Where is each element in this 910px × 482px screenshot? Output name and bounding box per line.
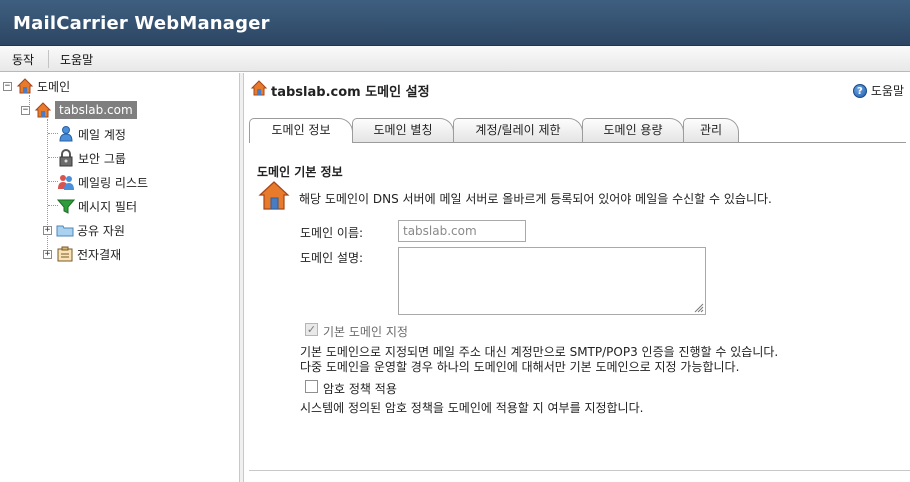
tree-node-tabslab[interactable]: − tabslab.com xyxy=(21,100,137,120)
main-panel: tabslab.com 도메인 설정 ? 도움말 도메인 정보 도메인 별칭 계… xyxy=(245,73,910,482)
collapse-toggle[interactable]: − xyxy=(3,81,12,91)
menubar: 동작 도움말 xyxy=(0,46,910,72)
help-label: 도움말 xyxy=(870,84,904,98)
resize-grip-icon[interactable] xyxy=(692,301,704,313)
tree-label: 도메인 xyxy=(37,79,71,94)
user-icon xyxy=(57,125,75,143)
domain-desc-label: 도메인 설명: xyxy=(300,251,364,265)
password-policy-checkbox[interactable] xyxy=(305,380,318,393)
tree-label: 메일 계정 xyxy=(78,127,126,142)
tree-node-message-filters[interactable]: 메시지 필터 xyxy=(57,196,137,216)
tab-domain-alias[interactable]: 도메인 별칭 xyxy=(352,118,454,142)
approval-icon xyxy=(56,245,74,263)
tree-label: 전자결재 xyxy=(77,247,122,262)
mailing-list-icon xyxy=(57,173,75,191)
filter-funnel-icon xyxy=(57,197,75,215)
tree-node-e-approval[interactable]: + 전자결재 xyxy=(43,244,121,264)
tab-account-relay-limit[interactable]: 계정/릴레이 제한 xyxy=(453,118,583,142)
tab-management[interactable]: 관리 xyxy=(683,118,739,142)
tab-domain-info[interactable]: 도메인 정보 xyxy=(249,118,353,143)
bottom-divider xyxy=(249,470,910,471)
info-text: 해당 도메인이 DNS 서버에 메일 서버로 올바르게 등록되어 있어야 메일을… xyxy=(299,192,772,206)
lock-group-icon xyxy=(57,149,75,167)
tree-node-domains[interactable]: − 도메인 xyxy=(3,76,70,96)
tree-node-mailing-lists[interactable]: 메일링 리스트 xyxy=(57,172,148,192)
tree-node-mail-accounts[interactable]: 메일 계정 xyxy=(57,124,126,144)
domain-name-input[interactable] xyxy=(398,220,526,242)
tree-label: 메일링 리스트 xyxy=(78,175,149,190)
tree-label-selected: tabslab.com xyxy=(55,101,137,119)
menu-item-action[interactable]: 동작 xyxy=(12,51,34,68)
password-policy-label: 암호 정책 적용 xyxy=(323,382,397,396)
menu-item-help[interactable]: 도움말 xyxy=(60,51,93,68)
page-title: tabslab.com 도메인 설정 xyxy=(271,85,430,100)
tab-domain-quota[interactable]: 도메인 용량 xyxy=(582,118,684,142)
default-domain-desc-2: 다중 도메인을 운영할 경우 하나의 도메인에 대해서만 기본 도메인으로 지정… xyxy=(300,360,740,374)
default-domain-label: 기본 도메인 지정 xyxy=(323,325,408,339)
tree-label: 보안 그룹 xyxy=(78,151,126,166)
expand-toggle[interactable]: + xyxy=(43,225,52,235)
domain-name-label: 도메인 이름: xyxy=(300,226,364,240)
sidebar-splitter[interactable] xyxy=(239,73,244,482)
folder-icon xyxy=(56,221,74,239)
default-domain-desc-1: 기본 도메인으로 지정되면 메일 주소 대신 계정만으로 SMTP/POP3 인… xyxy=(300,345,779,359)
domain-desc-textarea[interactable] xyxy=(398,247,706,315)
default-domain-checkbox[interactable]: ✓ xyxy=(305,323,318,336)
menu-separator xyxy=(48,50,49,68)
house-icon xyxy=(257,179,291,216)
app-title: MailCarrier WebManager xyxy=(13,13,270,34)
house-icon xyxy=(250,79,268,100)
expand-toggle[interactable]: + xyxy=(43,249,52,259)
house-icon xyxy=(34,101,52,119)
tree-label: 메시지 필터 xyxy=(78,199,138,214)
tree-node-security-groups[interactable]: 보안 그룹 xyxy=(57,148,126,168)
sidebar-tree: − 도메인 − tabslab.com 메일 계정 보안 그룹 메일링 리스트 xyxy=(0,73,240,482)
password-policy-desc: 시스템에 정의된 암호 정책을 도메인에 적용할 지 여부를 지정합니다. xyxy=(300,401,644,415)
tree-node-shared-resources[interactable]: + 공유 자원 xyxy=(43,220,125,240)
house-icon xyxy=(16,77,34,95)
app-header: MailCarrier WebManager xyxy=(0,0,910,46)
tree-label: 공유 자원 xyxy=(77,223,125,238)
tab-bar: 도메인 정보 도메인 별칭 계정/릴레이 제한 도메인 용량 관리 xyxy=(249,118,906,143)
section-title: 도메인 기본 정보 xyxy=(257,165,343,179)
collapse-toggle[interactable]: − xyxy=(21,105,30,115)
help-link[interactable]: ? 도움말 xyxy=(852,82,904,99)
help-icon: ? xyxy=(852,83,867,98)
